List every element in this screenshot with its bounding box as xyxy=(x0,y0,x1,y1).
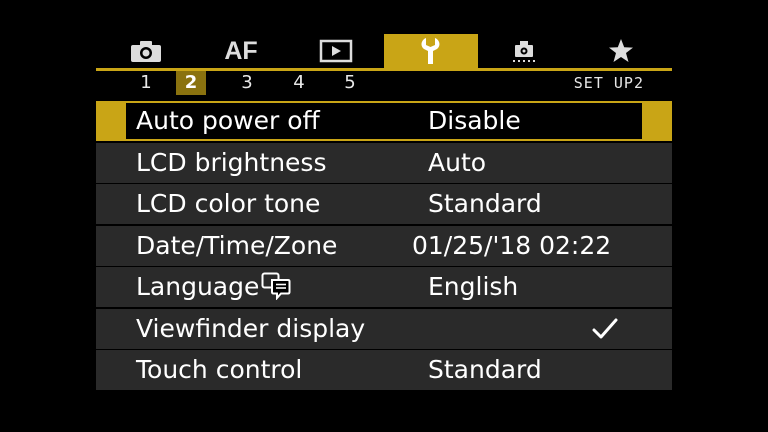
tab-custom-functions[interactable] xyxy=(494,34,554,68)
menu-item-value: 01/25/'18 02:22 xyxy=(412,230,612,260)
menu-item-language[interactable]: Language English xyxy=(96,267,672,307)
section-label: SET UP2 xyxy=(573,74,644,92)
tab-af[interactable]: AF xyxy=(211,34,271,68)
menu-item-label: Language xyxy=(136,272,260,301)
checkmark-icon xyxy=(592,318,618,338)
custom-functions-icon xyxy=(513,41,535,62)
menu-item-label: LCD brightness xyxy=(136,147,327,177)
menu-item-label: LCD color tone xyxy=(136,189,321,218)
menu-item-date-time-zone[interactable]: Date/Time/Zone 01/25/'18 02:22 xyxy=(96,225,672,266)
tab-playback[interactable] xyxy=(306,34,366,68)
page-4[interactable]: 4 xyxy=(284,71,314,95)
menu-item-value: Disable xyxy=(428,106,521,135)
menu-item-label: Touch control xyxy=(136,355,303,384)
page-5[interactable]: 5 xyxy=(335,71,365,95)
tab-setup[interactable] xyxy=(384,34,478,68)
menu-item-label: Auto power off xyxy=(136,106,320,135)
page-3[interactable]: 3 xyxy=(232,71,262,95)
page-1[interactable]: 1 xyxy=(131,71,161,95)
page-2[interactable]: 2 xyxy=(176,71,206,95)
menu-item-value: Standard xyxy=(428,355,542,384)
menu-item-lcd-color-tone[interactable]: LCD color tone Standard xyxy=(96,184,672,224)
wrench-icon xyxy=(421,38,440,64)
menu-item-value: Auto xyxy=(428,147,487,177)
menu-item-value: Standard xyxy=(428,189,542,218)
menu-item-label-wrap: Language xyxy=(136,267,291,307)
settings-menu: Auto power off Disable LCD brightness Au… xyxy=(96,101,672,392)
menu-item-value: English xyxy=(428,272,519,301)
tab-shooting[interactable] xyxy=(116,34,176,68)
af-tab-label: AF xyxy=(224,36,258,65)
star-icon xyxy=(609,39,633,62)
tab-my-menu[interactable] xyxy=(591,34,651,68)
page-indicator-bar: 1 2 3 4 5 SET UP2 xyxy=(96,71,672,95)
playback-icon xyxy=(319,39,353,63)
menu-tab-bar: AF xyxy=(96,34,672,68)
menu-item-label: Date/Time/Zone xyxy=(136,230,338,260)
menu-item-auto-power-off[interactable]: Auto power off Disable xyxy=(96,101,672,141)
menu-item-label: Viewfinder display xyxy=(136,313,366,343)
menu-item-lcd-brightness[interactable]: LCD brightness Auto xyxy=(96,142,672,183)
language-icon xyxy=(261,272,291,300)
camera-menu-screen: AF 1 2 3 4 5 SET UP2 Auto power off Disa… xyxy=(96,34,672,392)
menu-item-touch-control[interactable]: Touch control Standard xyxy=(96,350,672,390)
menu-item-viewfinder-display[interactable]: Viewfinder display xyxy=(96,308,672,349)
camera-icon xyxy=(131,41,161,62)
